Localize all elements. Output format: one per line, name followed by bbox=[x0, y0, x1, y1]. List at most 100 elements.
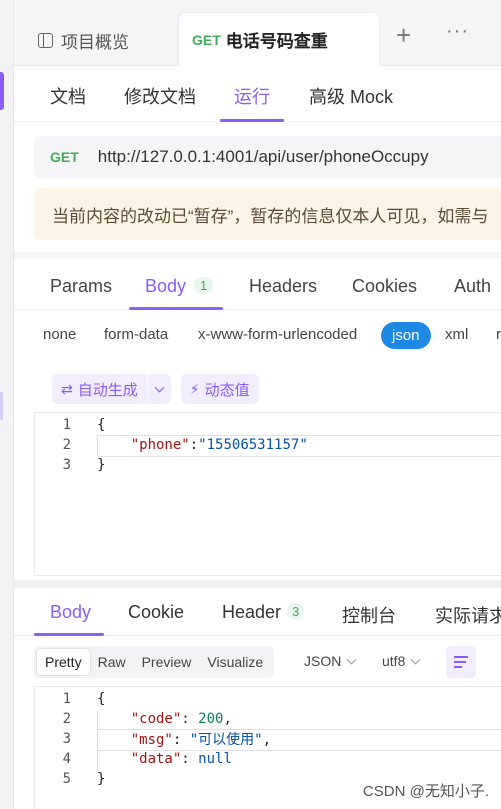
view-visualize[interactable]: Visualize bbox=[199, 649, 271, 675]
code-text: "data": null bbox=[130, 751, 232, 767]
body-count-badge: 1 bbox=[194, 277, 214, 294]
watermark: CSDN @无知小子. bbox=[362, 783, 489, 800]
add-tab-icon[interactable]: + bbox=[396, 20, 411, 51]
chevron-down-icon bbox=[346, 654, 357, 665]
divider bbox=[14, 580, 501, 588]
code-line: 3 "msg": "可以使用", bbox=[35, 729, 271, 749]
tab-console[interactable]: 控制台 bbox=[342, 602, 396, 628]
tab-response-cookie[interactable]: Cookie bbox=[128, 602, 184, 623]
code-text: "code": 200, bbox=[130, 711, 232, 727]
json-key: "data" bbox=[130, 751, 182, 767]
tab-project-overview[interactable]: 项目概览 bbox=[38, 28, 129, 53]
json-colon: : bbox=[189, 437, 199, 453]
body-type-raw[interactable]: r bbox=[496, 326, 501, 343]
line-number: 3 bbox=[62, 457, 71, 473]
line-number: 2 bbox=[62, 711, 71, 727]
code-text: } bbox=[97, 771, 106, 787]
nav-advanced-mock[interactable]: 高级 Mock bbox=[309, 83, 393, 109]
json-value: "15506531157" bbox=[198, 437, 308, 453]
chevron-down-icon bbox=[154, 382, 165, 392]
code-line: 3 } bbox=[35, 455, 106, 475]
view-raw[interactable]: Raw bbox=[90, 649, 134, 675]
json-key: "code" bbox=[130, 711, 182, 727]
tab-response-body[interactable]: Body bbox=[50, 602, 91, 623]
tab-phone-check[interactable]: GET 电话号码查重 bbox=[178, 12, 380, 66]
draft-notice: 当前内容的改动已“暂存”，暂存的信息仅本人可见，如需与 bbox=[34, 188, 501, 240]
tab-overview-label: 项目概览 bbox=[61, 33, 129, 52]
body-type-form-data[interactable]: form-data bbox=[104, 326, 168, 343]
code-line: 2 "phone":"15506531157" bbox=[35, 435, 308, 455]
line-number: 5 bbox=[62, 771, 71, 787]
code-text: "phone":"15506531157" bbox=[97, 437, 308, 453]
line-number: 1 bbox=[62, 417, 71, 433]
body-type-xml[interactable]: xml bbox=[445, 326, 468, 343]
code-text: "msg": "可以使用", bbox=[130, 732, 272, 748]
request-url-bar[interactable]: GET http://127.0.0.1:4001/api/user/phone… bbox=[34, 136, 501, 178]
active-indicator bbox=[0, 72, 4, 110]
tab-cookies[interactable]: Cookies bbox=[352, 276, 417, 297]
tab-headers[interactable]: Headers bbox=[249, 276, 317, 297]
json-value: "可以使用" bbox=[189, 732, 263, 748]
code-line: 2 "code": 200, bbox=[35, 709, 232, 729]
body-toolbar: ⇄ 自动生成 ⚡ 动态值 bbox=[52, 374, 259, 404]
code-line: 5 } bbox=[35, 769, 106, 789]
sub-navigation: 文档 修改文档 运行 高级 Mock bbox=[14, 66, 501, 122]
encoding-select[interactable]: utf8 bbox=[382, 653, 421, 669]
code-text: { bbox=[97, 691, 106, 707]
tab-method-badge: GET bbox=[192, 31, 221, 48]
wrap-icon bbox=[454, 656, 468, 658]
tab-body[interactable]: Body 1 bbox=[145, 276, 214, 297]
tab-params[interactable]: Params bbox=[50, 276, 112, 297]
format-select[interactable]: JSON bbox=[304, 653, 357, 669]
divider bbox=[14, 252, 501, 258]
body-type-none[interactable]: none bbox=[43, 326, 76, 343]
refresh-icon: ⇄ bbox=[61, 380, 73, 397]
response-view-toolbar: Pretty Raw Preview Visualize JSON utf8 bbox=[34, 646, 501, 678]
param-tab-underline bbox=[129, 307, 223, 310]
tab-response-header-label: Header bbox=[222, 602, 282, 622]
wrap-lines-button[interactable] bbox=[446, 646, 476, 678]
dynamic-value-button[interactable]: ⚡ 动态值 bbox=[180, 374, 259, 404]
header-count-badge: 3 bbox=[287, 603, 305, 620]
tab-phone-check-label: 电话号码查重 bbox=[225, 32, 328, 51]
auto-generate-dropdown[interactable] bbox=[146, 374, 171, 404]
code-line: 1 { bbox=[35, 689, 106, 709]
code-line: 4 "data": null bbox=[35, 749, 232, 769]
wrap-icon-line bbox=[454, 661, 466, 663]
code-text: } bbox=[97, 457, 106, 473]
json-key: "phone" bbox=[130, 437, 190, 453]
request-url[interactable]: http://127.0.0.1:4001/api/user/phoneOccu… bbox=[98, 147, 429, 167]
view-pretty[interactable]: Pretty bbox=[37, 649, 90, 675]
json-value: 200 bbox=[198, 711, 224, 727]
body-type-selector: none form-data x-www-form-urlencoded jso… bbox=[14, 322, 501, 352]
overview-icon bbox=[38, 33, 53, 48]
nav-run[interactable]: 运行 bbox=[234, 83, 270, 109]
tab-response-header[interactable]: Header 3 bbox=[222, 602, 305, 623]
auto-generate-label: 自动生成 bbox=[77, 381, 138, 399]
code-line: 1 { bbox=[35, 415, 106, 435]
more-icon[interactable]: ··· bbox=[446, 20, 469, 43]
request-body-editor[interactable]: 1 { 2 "phone":"15506531157" 3 } bbox=[34, 412, 501, 576]
request-method[interactable]: GET bbox=[50, 149, 79, 165]
chevron-down-icon bbox=[410, 654, 421, 665]
view-mode-segments: Pretty Raw Preview Visualize bbox=[34, 646, 275, 678]
json-value: null bbox=[198, 751, 232, 767]
format-value: JSON bbox=[304, 653, 342, 669]
body-type-json[interactable]: json bbox=[381, 322, 431, 349]
secondary-indicator bbox=[0, 392, 3, 420]
line-number: 4 bbox=[62, 751, 71, 767]
nav-doc[interactable]: 文档 bbox=[50, 83, 86, 109]
tab-actual-request[interactable]: 实际请求 bbox=[435, 602, 501, 628]
nav-edit-doc[interactable]: 修改文档 bbox=[124, 83, 196, 109]
body-type-urlencoded[interactable]: x-www-form-urlencoded bbox=[198, 326, 357, 343]
left-activity-strip bbox=[0, 0, 14, 809]
request-param-tabs: Params Body 1 Headers Cookies Auth bbox=[14, 260, 501, 310]
top-tab-bar: 项目概览 GET 电话号码查重 + ··· bbox=[14, 0, 501, 66]
code-text: { bbox=[97, 417, 106, 433]
view-preview[interactable]: Preview bbox=[134, 649, 200, 675]
tab-auth[interactable]: Auth bbox=[454, 276, 491, 297]
nav-active-underline bbox=[220, 119, 284, 122]
response-tabs: Body Cookie Header 3 控制台 实际请求 bbox=[14, 590, 501, 636]
tab-body-label: Body bbox=[145, 276, 187, 296]
auto-generate-button[interactable]: ⇄ 自动生成 bbox=[52, 374, 147, 404]
